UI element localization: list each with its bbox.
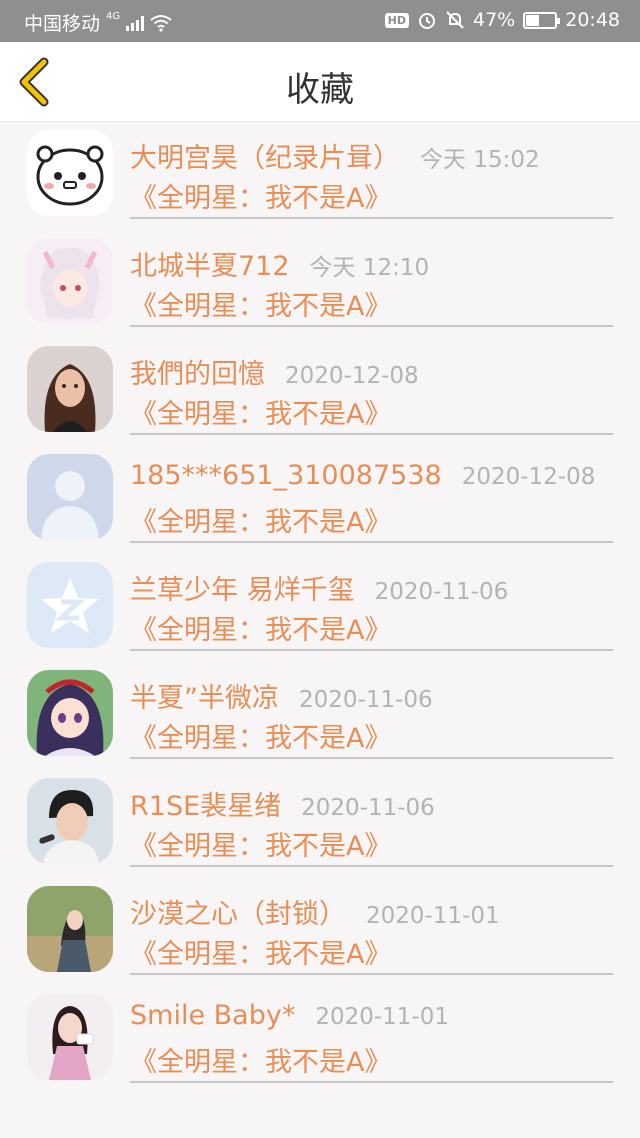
user-name: R1SE裴星绪 bbox=[130, 791, 282, 822]
show-title: 《全明星：我不是A》 bbox=[130, 1047, 392, 1078]
timestamp: 2020-12-08 bbox=[461, 464, 596, 490]
list-item[interactable]: 我們的回憶 2020-12-08 《全明星：我不是A》 bbox=[0, 338, 640, 446]
timestamp: 2020-11-01 bbox=[315, 1004, 449, 1030]
timestamp: 2020-12-08 bbox=[285, 363, 419, 389]
show-title: 《全明星：我不是A》 bbox=[130, 723, 392, 754]
timestamp: 2020-11-01 bbox=[366, 903, 500, 929]
show-title: 《全明星：我不是A》 bbox=[130, 183, 392, 214]
user-name: 我們的回憶 bbox=[130, 359, 265, 390]
alarm-icon bbox=[419, 13, 435, 29]
show-title: 《全明星：我不是A》 bbox=[130, 831, 392, 862]
user-name: 北城半夏712 bbox=[130, 251, 290, 282]
user-name: Smile Baby* bbox=[130, 1000, 296, 1031]
singer-photo-avatar[interactable] bbox=[27, 778, 113, 864]
nav-bar: 收藏 bbox=[0, 42, 640, 122]
anime-character-avatar[interactable] bbox=[27, 670, 113, 756]
list-item[interactable]: 大明宫昊（纪录片咠） 今天 15:02 《全明星：我不是A》 bbox=[0, 122, 640, 230]
list-item[interactable]: 北城半夏712 今天 12:10 《全明星：我不是A》 bbox=[0, 230, 640, 338]
show-title: 《全明星：我不是A》 bbox=[130, 615, 392, 646]
hd-icon: HD bbox=[384, 12, 409, 28]
favorites-list: 大明宫昊（纪录片咠） 今天 15:02 《全明星：我不是A》 北城半夏712 今… bbox=[0, 122, 640, 1094]
timestamp: 2020-11-06 bbox=[301, 795, 435, 821]
timestamp: 今天 15:02 bbox=[420, 147, 540, 173]
timestamp: 2020-11-06 bbox=[374, 579, 509, 605]
timestamp: 今天 12:10 bbox=[309, 255, 430, 281]
list-item[interactable]: 半夏”半微凉 2020-11-06 《全明星：我不是A》 bbox=[0, 662, 640, 770]
wifi-icon bbox=[150, 14, 172, 32]
show-title: 《全明星：我不是A》 bbox=[130, 939, 392, 970]
mute-icon bbox=[446, 11, 464, 29]
user-name: 大明宫昊（纪录片咠） bbox=[130, 143, 400, 174]
anime-girl-avatar[interactable] bbox=[27, 238, 113, 324]
user-name: 半夏”半微凉 bbox=[130, 683, 279, 714]
status-bar: 中国移动 4G HD 47% 20:48 bbox=[0, 0, 640, 42]
girl-pink-avatar[interactable] bbox=[27, 994, 113, 1080]
user-name: 沙漠之心（封锁） bbox=[130, 899, 346, 930]
timestamp: 2020-11-06 bbox=[299, 687, 433, 713]
show-title: 《全明星：我不是A》 bbox=[130, 291, 392, 322]
divider bbox=[130, 649, 613, 651]
network-type-label: 4G bbox=[106, 11, 121, 22]
list-item[interactable]: Smile Baby* 2020-11-01 《全明星：我不是A》 bbox=[0, 986, 640, 1094]
signal-icon bbox=[126, 15, 145, 31]
show-title: 《全明星：我不是A》 bbox=[130, 399, 392, 430]
carrier-label: 中国移动 bbox=[24, 13, 101, 35]
user-name: 185***651_310087538 bbox=[130, 460, 442, 491]
page-title: 收藏 bbox=[286, 70, 354, 110]
clock: 20:48 bbox=[565, 9, 620, 31]
cute-cartoon-avatar[interactable] bbox=[27, 130, 113, 216]
list-item[interactable]: 兰草少年 易烊千玺 2020-11-06 《全明星：我不是A》 bbox=[0, 554, 640, 662]
qzone-star-avatar[interactable] bbox=[27, 562, 113, 648]
girl-outdoor-avatar[interactable] bbox=[27, 886, 113, 972]
divider bbox=[130, 433, 613, 435]
list-item[interactable]: R1SE裴星绪 2020-11-06 《全明星：我不是A》 bbox=[0, 770, 640, 878]
divider bbox=[130, 541, 613, 543]
battery-icon bbox=[523, 11, 561, 29]
list-item[interactable]: 沙漠之心（封锁） 2020-11-01 《全明星：我不是A》 bbox=[0, 878, 640, 986]
show-title: 《全明星：我不是A》 bbox=[130, 507, 392, 538]
battery-percent: 47% bbox=[473, 9, 516, 31]
woman-photo-avatar[interactable] bbox=[27, 346, 113, 432]
divider bbox=[130, 325, 613, 327]
divider bbox=[130, 973, 613, 975]
divider bbox=[130, 1081, 613, 1083]
default-user-avatar[interactable] bbox=[27, 454, 113, 540]
list-item[interactable]: 185***651_310087538 2020-12-08 《全明星：我不是A… bbox=[0, 446, 640, 554]
divider bbox=[130, 757, 613, 759]
divider bbox=[130, 217, 613, 219]
user-name: 兰草少年 易烊千玺 bbox=[130, 575, 355, 606]
divider bbox=[130, 865, 613, 867]
